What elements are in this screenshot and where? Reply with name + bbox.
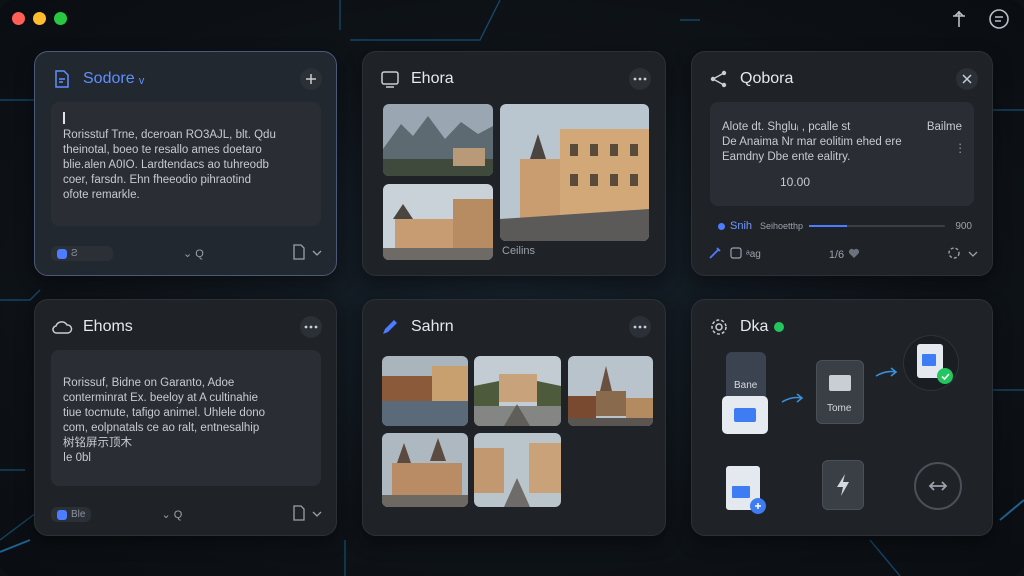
folder-icon[interactable] [722,396,768,434]
stats-value: 10.00 [780,175,811,189]
card-notes-sodore[interactable]: Sodore ᵥ Rorisstuf Trne, dceroan RO3AJL,… [34,51,337,276]
pin-icon[interactable] [948,8,970,30]
vertical-more-icon[interactable]: ⋮ [955,142,967,157]
document-label: Tome [827,403,852,414]
search-dropdown[interactable]: ⌄ Q [161,508,182,521]
card-title: Dka [740,318,769,335]
photo-mountains[interactable] [383,104,493,176]
progress-sub: Seihoetthp [760,221,804,231]
foot-left-label: ᵃag [746,249,761,260]
monitor-icon [379,68,401,90]
text-cursor [63,112,65,124]
stats-line-2: De Anaima Nr mar eolitim ehed ere [722,136,902,148]
maximize-window-button[interactable] [54,12,67,25]
progress-bar [809,225,946,227]
progress-dot-icon [718,222,725,230]
more-options-button[interactable] [629,316,651,338]
photo-street-large[interactable] [500,104,649,241]
page-counter: 1/6 [828,248,845,261]
more-options-button[interactable] [629,68,651,90]
arrow-right-icon [875,367,898,377]
tag-chip-label: Ble [71,509,86,520]
chevron-down-icon[interactable] [312,248,322,260]
document-content-icon [922,354,936,366]
close-card-button[interactable] [956,68,978,90]
sync-icon[interactable] [914,462,962,510]
close-window-button[interactable] [12,12,25,25]
stats-line-3: Eamdny Dbe ente ealitry. [722,151,851,163]
document-chart-icon[interactable] [726,466,766,514]
photo-cathedral[interactable] [568,356,653,426]
app-window: Sodore ᵥ Rorisstuf Trne, dceroan RO3AJL,… [0,0,1024,576]
cloud-icon [51,316,73,338]
note-text-area[interactable]: Rorissuf, Bidne on Garanto, Adoe conterm… [51,350,321,486]
file-icon[interactable] [292,505,306,524]
minimize-window-button[interactable] [33,12,46,25]
photo-side-street[interactable] [474,433,561,507]
card-title: Ehoms [83,318,133,335]
card-workflow-dka[interactable]: Dka Bane Tome [691,299,993,536]
progress-label: Snih [730,220,753,232]
tag-chip[interactable]: Ƨ [51,246,113,261]
chevron-down-icon[interactable] [968,249,978,261]
checkbox-icon[interactable] [730,247,742,262]
check-icon [937,368,953,384]
document-label: Bane [734,380,758,391]
tag-chip[interactable]: Ble [51,507,92,522]
progress-row: Snih Seihoetthp 900 [718,220,972,232]
photo-canal[interactable] [382,356,468,426]
status-online-dot [774,322,785,332]
plus-badge-icon [750,498,766,514]
document-icon[interactable]: Tome [816,360,864,424]
gallery-caption: Ceilins [502,245,536,257]
tag-chip-label: Ƨ [71,248,78,259]
note-body: Rorisstuf Trne, dceroan RO3AJL, blt. Qdu… [63,129,276,201]
photo-avenue[interactable] [474,356,561,426]
card-title: Qobora [740,70,794,87]
add-button[interactable] [300,68,322,90]
heart-icon[interactable] [848,248,860,262]
gear-icon [708,316,730,338]
top-toolbar [948,8,1010,30]
note-text-area[interactable]: Rorisstuf Trne, dceroan RO3AJL, blt. Qdu… [51,102,321,226]
card-title: Sahrn [411,318,454,335]
completed-document[interactable] [904,336,958,390]
document-edit-icon [51,68,73,90]
document-symbol-icon [829,375,851,391]
settings-cog-icon[interactable] [946,245,962,264]
chart-bars-icon [732,486,750,498]
chevron-down-icon[interactable] [312,509,322,521]
share-nodes-icon [708,68,730,90]
arrow-right-icon [781,393,804,403]
folder-inner-icon [734,408,756,422]
progress-value: 900 [955,220,972,232]
pen-icon [379,316,401,338]
note-body: Rorissuf, Bidne on Garanto, Adoe conterm… [63,377,266,464]
stats-line-1: Alote dt. Shgluᵢ , pcalle st [722,121,851,133]
progress-bar-fill [809,225,848,227]
card-notes-ehoms[interactable]: Ehoms Rorissuf, Bidne on Garanto, Adoe c… [34,299,337,536]
card-stats-qobora[interactable]: Qobora Alote dt. Shgluᵢ , pcalle st Bail… [691,51,993,276]
window-controls [12,12,67,25]
card-gallery-ehora[interactable]: Ehora Ceilins [362,51,666,276]
wand-icon[interactable] [708,246,722,263]
photo-street-small[interactable] [383,184,493,260]
more-options-button[interactable] [300,316,322,338]
stats-line-1-right: Bailme [926,121,962,133]
lightning-icon[interactable] [822,460,864,510]
account-icon[interactable] [988,8,1010,30]
photo-town-square[interactable] [382,433,468,507]
stats-panel: Alote dt. Shgluᵢ , pcalle st Bailme De A… [710,102,974,206]
tag-color-icon [57,509,67,520]
search-dropdown[interactable]: ⌄ Q [183,247,204,260]
card-title: Sodore ᵥ [83,70,145,87]
document-icon[interactable]: Bane [726,352,766,402]
card-title: Ehora [411,70,454,87]
file-icon[interactable] [292,244,306,263]
card-gallery-sahrn[interactable]: Sahrn [362,299,666,536]
tag-color-icon [57,248,67,259]
